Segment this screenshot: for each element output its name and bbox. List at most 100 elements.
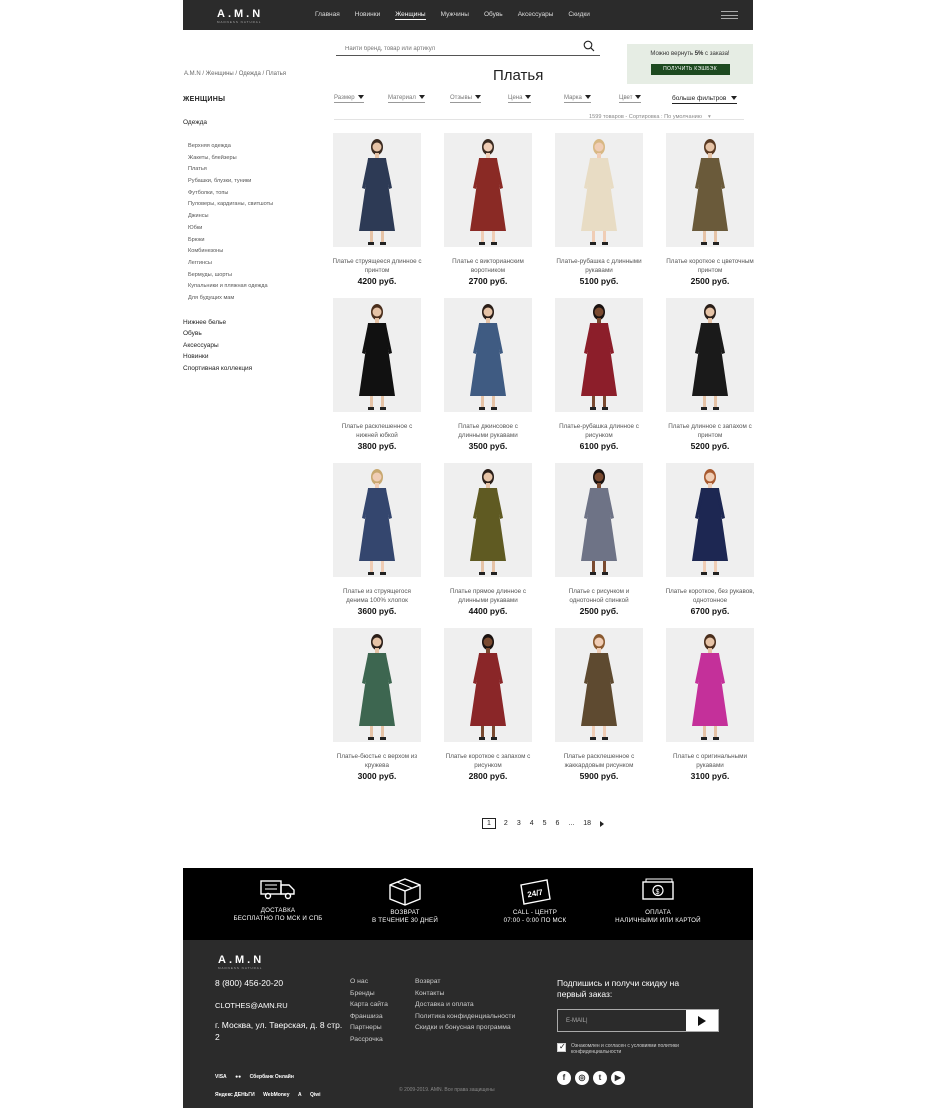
footer-email[interactable]: CLOTHES@AMN.RU — [215, 1001, 288, 1010]
footer-link[interactable]: Возврат — [415, 978, 515, 990]
sidebar-item[interactable]: Пуловеры, кардиганы, свитшоты — [188, 201, 333, 213]
sidebar-item[interactable]: Брюки — [188, 237, 333, 249]
product-card[interactable]: Платье короткое с запахом с рисунком 2800… — [443, 628, 533, 781]
hamburger-icon[interactable] — [721, 11, 738, 22]
product-image[interactable] — [444, 463, 532, 577]
footer-link[interactable]: Карта сайта — [350, 1001, 388, 1013]
product-image[interactable] — [666, 133, 754, 247]
sidebar-section-clothing[interactable]: Одежда — [183, 119, 333, 126]
get-cashback-button[interactable]: ПОЛУЧИТЬ КЭШБЭК — [650, 63, 730, 75]
product-card[interactable]: Платье из струящегося денима 100% хлопок… — [332, 463, 422, 616]
filter-size[interactable]: Размер — [334, 95, 364, 103]
product-image[interactable] — [444, 628, 532, 742]
product-name[interactable]: Платье короткое, без рукавов, однотонное — [665, 587, 755, 605]
product-image[interactable] — [444, 298, 532, 412]
sidebar-item-accessories[interactable]: Аксессуары — [183, 342, 333, 354]
footer-link[interactable]: Доставка и оплата — [415, 1001, 515, 1013]
sidebar-item[interactable]: Леггинсы — [188, 260, 333, 272]
product-card[interactable]: Платье струящееся длинное с принтом 4200 … — [332, 133, 422, 286]
product-image[interactable] — [666, 463, 754, 577]
nav-item-home[interactable]: Главная — [315, 11, 340, 20]
product-card[interactable]: Платье с оригинальными рукавами 3100 руб. — [665, 628, 755, 781]
nav-item-shoes[interactable]: Обувь — [484, 11, 503, 20]
nav-item-women[interactable]: Женщины — [395, 11, 426, 20]
product-image[interactable] — [555, 463, 643, 577]
product-image[interactable] — [333, 133, 421, 247]
filter-brand[interactable]: Марка — [564, 95, 591, 103]
nav-item-accessories[interactable]: Аксессуары — [518, 11, 554, 20]
product-name[interactable]: Платье с оригинальными рукавами — [665, 752, 755, 770]
subscribe-submit-button[interactable] — [686, 1010, 718, 1031]
next-page-icon[interactable] — [600, 820, 605, 827]
product-name[interactable]: Платье джинсовое с длинными рукавами — [443, 422, 533, 440]
footer-link[interactable]: Рассрочка — [350, 1036, 388, 1048]
product-image[interactable] — [333, 628, 421, 742]
footer-link[interactable]: Франшиза — [350, 1013, 388, 1025]
sidebar-item-lingerie[interactable]: Нижнее белье — [183, 319, 333, 331]
search-icon[interactable] — [583, 40, 595, 52]
footer-link[interactable]: Бренды — [350, 990, 388, 1002]
page-link-last[interactable]: 18 — [583, 820, 591, 827]
page-link[interactable]: 3 — [517, 820, 521, 827]
product-name[interactable]: Платье короткое с запахом с рисунком — [443, 752, 533, 770]
product-card[interactable]: Платье короткое, без рукавов, однотонное… — [665, 463, 755, 616]
sort-dropdown[interactable]: 1599 товаров - Сортировка : По умолчанию — [589, 114, 711, 120]
sidebar-item[interactable]: Для будущих мам — [188, 295, 333, 307]
instagram-icon[interactable]: ◎ — [575, 1071, 589, 1085]
page-link[interactable]: 4 — [530, 820, 534, 827]
product-name[interactable]: Платье-бюстье с верхом из кружева — [332, 752, 422, 770]
sidebar-item[interactable]: Рубашки, блузки, туники — [188, 178, 333, 190]
sidebar-item[interactable]: Жакеты, блейзеры — [188, 155, 333, 167]
footer-link[interactable]: Политика конфиденциальности — [415, 1013, 515, 1025]
product-card[interactable]: Платье расклешенное с нижней юбкой 3800 р… — [332, 298, 422, 451]
product-name[interactable]: Платье расклешенное с жаккардовым рисунк… — [554, 752, 644, 770]
product-image[interactable] — [555, 298, 643, 412]
product-name[interactable]: Платье с викторианским воротником — [443, 257, 533, 275]
product-image[interactable] — [444, 133, 532, 247]
product-image[interactable] — [666, 298, 754, 412]
product-card[interactable]: Платье-бюстье с верхом из кружева 3000 ру… — [332, 628, 422, 781]
product-image[interactable] — [666, 628, 754, 742]
product-name[interactable]: Платье с рисунком и однотонной спинкой — [554, 587, 644, 605]
sidebar-item[interactable]: Верхняя одежда — [188, 143, 333, 155]
product-card[interactable]: Платье джинсовое с длинными рукавами 3500… — [443, 298, 533, 451]
logo[interactable]: A.M.N MADNESS NATURAL — [217, 8, 263, 24]
product-name[interactable]: Платье-рубашка длинное с рисунком — [554, 422, 644, 440]
page-link[interactable]: 5 — [543, 820, 547, 827]
product-image[interactable] — [333, 463, 421, 577]
filter-reviews[interactable]: Отзывы — [450, 95, 481, 103]
product-name[interactable]: Платье длинное с запахом с принтом — [665, 422, 755, 440]
product-card[interactable]: Платье с рисунком и однотонной спинкой 25… — [554, 463, 644, 616]
agree-checkbox[interactable] — [557, 1042, 566, 1052]
footer-logo[interactable]: A.M.N MADNESS NATURAL — [218, 954, 264, 970]
sidebar-item-shoes[interactable]: Обувь — [183, 330, 333, 342]
product-name[interactable]: Платье из струящегося денима 100% хлопок — [332, 587, 422, 605]
more-filters-button[interactable]: больше фильтров — [672, 95, 738, 104]
filter-price[interactable]: Цена — [508, 95, 532, 103]
product-name[interactable]: Платье прямое длинное с длинными рукавам… — [443, 587, 533, 605]
footer-link[interactable]: Партнеры — [350, 1024, 388, 1036]
product-card[interactable]: Платье длинное с запахом с принтом 5200 р… — [665, 298, 755, 451]
nav-item-new[interactable]: Новинки — [355, 11, 380, 20]
sidebar-item[interactable]: Платья — [188, 166, 333, 178]
footer-link[interactable]: Скидки и бонусная программа — [415, 1024, 515, 1036]
page-link[interactable]: 6 — [556, 820, 560, 827]
product-image[interactable] — [555, 133, 643, 247]
filter-material[interactable]: Материал — [388, 95, 425, 103]
product-name[interactable]: Платье-рубашка с длинными рукавами — [554, 257, 644, 275]
page-current[interactable]: 1 — [482, 818, 496, 829]
product-name[interactable]: Платье короткое с цветочным принтом — [665, 257, 755, 275]
nav-item-men[interactable]: Мужчины — [441, 11, 469, 20]
product-name[interactable]: Платье струящееся длинное с принтом — [332, 257, 422, 275]
footer-link[interactable]: Контакты — [415, 990, 515, 1002]
subscribe-email-field[interactable]: E-MAIL| — [557, 1009, 719, 1032]
product-image[interactable] — [555, 628, 643, 742]
sidebar-item[interactable]: Юбки — [188, 225, 333, 237]
product-card[interactable]: Платье расклешенное с жаккардовым рисунк… — [554, 628, 644, 781]
sidebar-item[interactable]: Футболки, топы — [188, 190, 333, 202]
page-link[interactable]: 2 — [504, 820, 508, 827]
twitter-icon[interactable]: t — [593, 1071, 607, 1085]
product-card[interactable]: Платье прямое длинное с длинными рукавам… — [443, 463, 533, 616]
facebook-icon[interactable]: f — [557, 1071, 571, 1085]
sidebar-item-sport[interactable]: Спортивная коллекция — [183, 365, 333, 377]
